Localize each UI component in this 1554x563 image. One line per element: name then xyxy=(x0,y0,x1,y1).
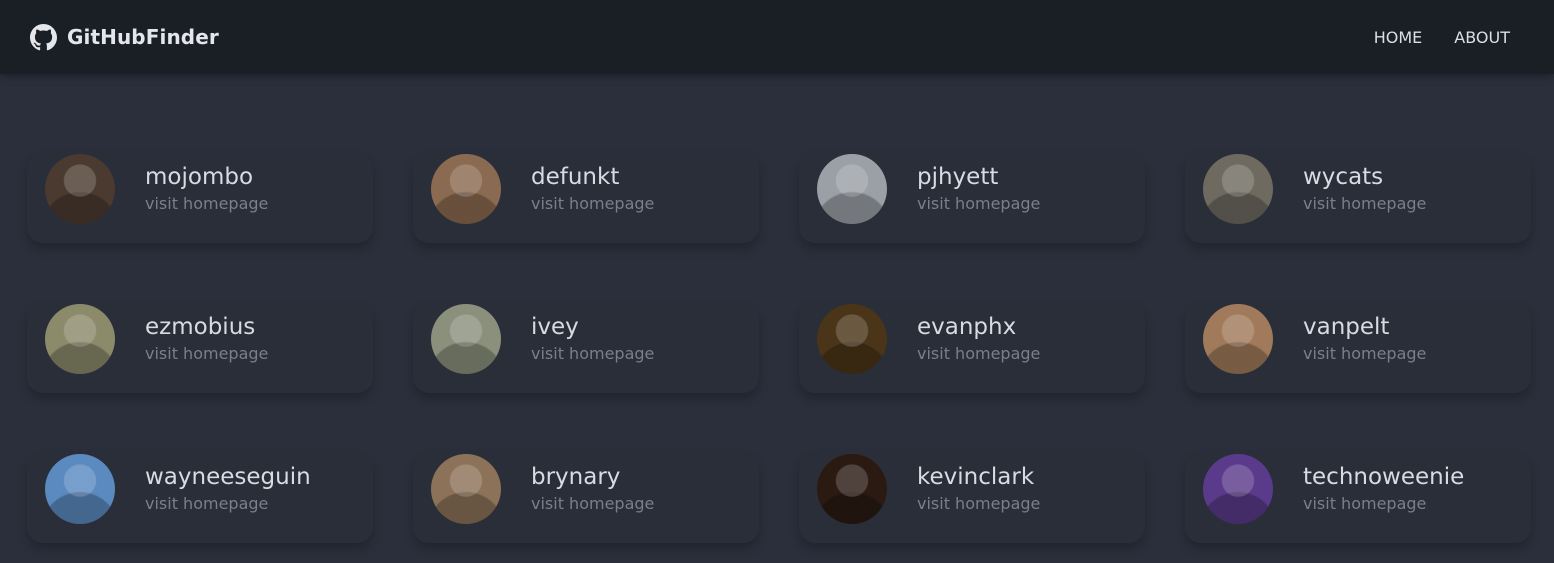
username[interactable]: evanphx xyxy=(917,314,1040,340)
user-card[interactable]: wayneeseguin visit homepage xyxy=(27,453,373,543)
user-info: ezmobius visit homepage xyxy=(145,314,268,364)
user-info: technoweenie visit homepage xyxy=(1303,464,1464,514)
username[interactable]: mojombo xyxy=(145,164,268,190)
avatar[interactable] xyxy=(1203,454,1273,524)
visit-homepage-link[interactable]: visit homepage xyxy=(917,344,1040,364)
username[interactable]: kevinclark xyxy=(917,464,1040,490)
user-info: evanphx visit homepage xyxy=(917,314,1040,364)
user-card[interactable]: defunkt visit homepage xyxy=(413,153,759,243)
user-card[interactable]: kevinclark visit homepage xyxy=(799,453,1145,543)
username[interactable]: wycats xyxy=(1303,164,1426,190)
visit-homepage-link[interactable]: visit homepage xyxy=(1303,194,1426,214)
user-info: wycats visit homepage xyxy=(1303,164,1426,214)
user-card[interactable]: evanphx visit homepage xyxy=(799,303,1145,393)
avatar[interactable] xyxy=(1203,304,1273,374)
avatar[interactable] xyxy=(817,454,887,524)
visit-homepage-link[interactable]: visit homepage xyxy=(917,194,1040,214)
user-card[interactable]: vanpelt visit homepage xyxy=(1185,303,1531,393)
username[interactable]: pjhyett xyxy=(917,164,1040,190)
visit-homepage-link[interactable]: visit homepage xyxy=(1303,344,1426,364)
user-card[interactable]: brynary visit homepage xyxy=(413,453,759,543)
visit-homepage-link[interactable]: visit homepage xyxy=(1303,494,1464,514)
brand-name: GitHubFinder xyxy=(67,25,219,49)
visit-homepage-link[interactable]: visit homepage xyxy=(917,494,1040,514)
user-info: mojombo visit homepage xyxy=(145,164,268,214)
avatar[interactable] xyxy=(431,154,501,224)
brand[interactable]: GitHubFinder xyxy=(30,23,219,51)
user-info: wayneeseguin visit homepage xyxy=(145,464,311,514)
avatar[interactable] xyxy=(45,454,115,524)
avatar[interactable] xyxy=(431,304,501,374)
user-card[interactable]: ezmobius visit homepage xyxy=(27,303,373,393)
user-info: ivey visit homepage xyxy=(531,314,654,364)
navbar: GitHubFinder HOME ABOUT xyxy=(0,0,1554,74)
user-info: pjhyett visit homepage xyxy=(917,164,1040,214)
username[interactable]: brynary xyxy=(531,464,654,490)
avatar[interactable] xyxy=(817,154,887,224)
visit-homepage-link[interactable]: visit homepage xyxy=(145,194,268,214)
github-icon xyxy=(30,23,57,51)
visit-homepage-link[interactable]: visit homepage xyxy=(531,494,654,514)
visit-homepage-link[interactable]: visit homepage xyxy=(145,494,311,514)
username[interactable]: ezmobius xyxy=(145,314,268,340)
user-grid: mojombo visit homepage defunkt visit homepa… xyxy=(27,153,1531,543)
username[interactable]: vanpelt xyxy=(1303,314,1426,340)
user-card[interactable]: ivey visit homepage xyxy=(413,303,759,393)
username[interactable]: defunkt xyxy=(531,164,654,190)
user-info: brynary visit homepage xyxy=(531,464,654,514)
nav-link-home[interactable]: HOME xyxy=(1374,28,1423,47)
nav-link-about[interactable]: ABOUT xyxy=(1454,28,1510,47)
avatar[interactable] xyxy=(45,154,115,224)
avatar[interactable] xyxy=(1203,154,1273,224)
user-info: defunkt visit homepage xyxy=(531,164,654,214)
visit-homepage-link[interactable]: visit homepage xyxy=(531,194,654,214)
visit-homepage-link[interactable]: visit homepage xyxy=(145,344,268,364)
user-card[interactable]: technoweenie visit homepage xyxy=(1185,453,1531,543)
avatar[interactable] xyxy=(431,454,501,524)
user-info: kevinclark visit homepage xyxy=(917,464,1040,514)
user-info: vanpelt visit homepage xyxy=(1303,314,1426,364)
avatar[interactable] xyxy=(817,304,887,374)
avatar[interactable] xyxy=(45,304,115,374)
user-card[interactable]: mojombo visit homepage xyxy=(27,153,373,243)
nav-links: HOME ABOUT xyxy=(1374,28,1510,47)
username[interactable]: ivey xyxy=(531,314,654,340)
username[interactable]: wayneeseguin xyxy=(145,464,311,490)
visit-homepage-link[interactable]: visit homepage xyxy=(531,344,654,364)
username[interactable]: technoweenie xyxy=(1303,464,1464,490)
user-card[interactable]: wycats visit homepage xyxy=(1185,153,1531,243)
user-card[interactable]: pjhyett visit homepage xyxy=(799,153,1145,243)
